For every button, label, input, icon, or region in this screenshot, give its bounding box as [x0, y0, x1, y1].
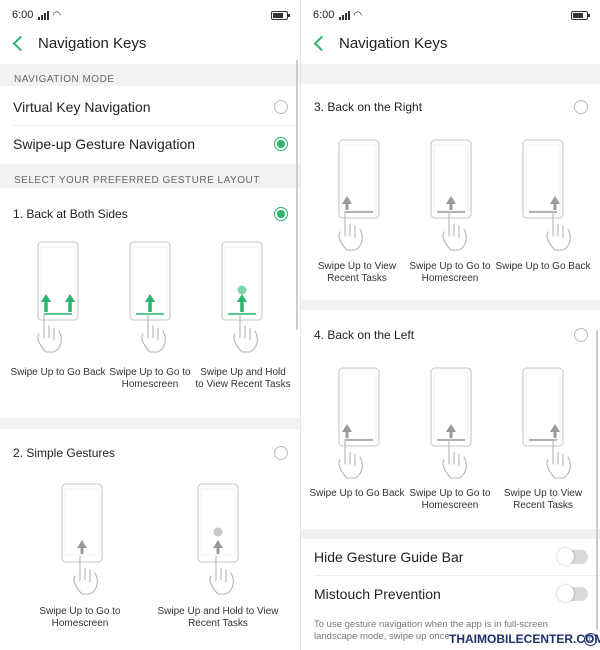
scrollbar[interactable]: [596, 330, 598, 630]
caption-swipe-hold-recent: Swipe Up and Hold to View Recent Tasks: [157, 606, 279, 629]
layout-title: 1. Back at Both Sides: [13, 207, 128, 221]
mistouch-prevention-row[interactable]: Mistouch Prevention: [314, 585, 588, 603]
phone-illustration: [522, 367, 571, 479]
scrollbar[interactable]: [296, 60, 298, 330]
radio-swipe-up-gesture[interactable]: [274, 137, 288, 151]
option-label: Swipe-up Gesture Navigation: [13, 136, 196, 152]
layout-option-3[interactable]: 3. Back on the Right: [314, 99, 588, 115]
option-virtual-key-navigation[interactable]: Virtual Key Navigation: [13, 97, 288, 117]
radio-layout-1[interactable]: [274, 207, 288, 221]
caption-swipe-recent: Swipe Up to View Recent Tasks: [503, 488, 583, 511]
section-gap: [301, 64, 600, 84]
wifi-icon: ◠: [52, 9, 62, 21]
layout-option-2[interactable]: 2. Simple Gestures: [13, 445, 288, 461]
back-chevron-icon[interactable]: [313, 35, 330, 51]
caption-swipe-home: Swipe Up to Go to Homescreen: [39, 606, 121, 629]
phone-illustration: [37, 241, 79, 353]
page-title: Navigation Keys: [38, 34, 147, 52]
back-chevron-icon[interactable]: [12, 35, 29, 51]
layout-title: 2. Simple Gestures: [13, 446, 116, 460]
layout-option-1[interactable]: 1. Back at Both Sides: [13, 206, 288, 222]
phone-illustration: [197, 483, 239, 595]
phone-illustration: [522, 139, 571, 251]
caption-swipe-back: Swipe Up to Go Back: [309, 488, 405, 499]
radio-layout-2[interactable]: [274, 446, 288, 460]
layout-title: 4. Back on the Left: [314, 328, 415, 342]
status-bar: 6:00 ◠: [301, 0, 600, 30]
watermark-logo-icon: ©: [584, 633, 597, 646]
right-screen: 6:00 ◠ Navigation Keys 3. Back on the Ri…: [300, 0, 600, 650]
phone-illustration: [61, 483, 103, 595]
caption-swipe-back: Swipe Up to Go Back: [495, 261, 591, 272]
hide-gesture-guide-bar-toggle[interactable]: [557, 548, 588, 565]
option-swipe-up-gesture-navigation[interactable]: Swipe-up Gesture Navigation: [13, 134, 288, 154]
wifi-icon: ◠: [353, 9, 363, 21]
hide-gesture-guide-bar-row[interactable]: Hide Gesture Guide Bar: [314, 548, 588, 566]
layout-title: 3. Back on the Right: [314, 100, 423, 114]
title-bar: Navigation Keys: [301, 30, 600, 56]
radio-layout-3[interactable]: [574, 100, 588, 114]
watermark-text: THAIMOBILECENTER.COM: [449, 632, 600, 646]
section-label-gesture-layout: SELECT YOUR PREFERRED GESTURE LAYOUT: [14, 175, 260, 186]
radio-virtual-key[interactable]: [274, 100, 288, 114]
radio-layout-4[interactable]: [574, 328, 588, 342]
status-time: 6:00: [12, 9, 34, 21]
section-gap: [0, 418, 300, 429]
hold-indicator: [213, 527, 223, 537]
layout-option-4[interactable]: 4. Back on the Left: [314, 327, 588, 343]
layout-1-illustrations: [37, 241, 263, 353]
divider: [13, 125, 300, 126]
section-gap: [301, 300, 600, 310]
phone-illustration: [129, 241, 171, 353]
section-label-navigation-mode: NAVIGATION MODE: [14, 74, 115, 85]
title-bar: Navigation Keys: [0, 30, 300, 56]
battery-icon: [571, 10, 590, 20]
mistouch-prevention-toggle[interactable]: [557, 585, 588, 602]
caption-swipe-recent: Swipe Up to View Recent Tasks: [317, 261, 397, 284]
signal-icon: [339, 10, 351, 20]
signal-icon: [38, 10, 50, 20]
status-bar: 6:00 ◠: [0, 0, 300, 30]
hold-indicator: [237, 285, 247, 295]
caption-swipe-back: Swipe Up to Go Back: [10, 367, 106, 378]
section-gap: [301, 529, 600, 539]
left-screen: 6:00 ◠ Navigation Keys NAVIGATION MODE V…: [0, 0, 300, 650]
page-title: Navigation Keys: [339, 34, 448, 52]
caption-swipe-home: Swipe Up to Go to Homescreen: [409, 261, 491, 284]
phone-illustration: [338, 367, 380, 479]
status-time: 6:00: [313, 9, 335, 21]
row-label: Hide Gesture Guide Bar: [314, 549, 464, 565]
battery-icon: [271, 10, 290, 20]
layout-4-illustrations: [338, 367, 571, 479]
option-label: Virtual Key Navigation: [13, 99, 151, 115]
row-label: Mistouch Prevention: [314, 586, 441, 602]
phone-illustration: [221, 241, 263, 353]
phone-illustration: [338, 139, 380, 251]
caption-swipe-hold-recent: Swipe Up and Hold to View Recent Tasks: [195, 367, 291, 390]
layout-3-illustrations: [338, 139, 571, 251]
divider: [314, 575, 600, 576]
phone-illustration: [430, 367, 472, 479]
caption-swipe-home: Swipe Up to Go to Homescreen: [109, 367, 191, 390]
layout-2-illustrations: [61, 483, 239, 595]
phone-illustration: [430, 139, 472, 251]
caption-swipe-home: Swipe Up to Go to Homescreen: [409, 488, 491, 511]
